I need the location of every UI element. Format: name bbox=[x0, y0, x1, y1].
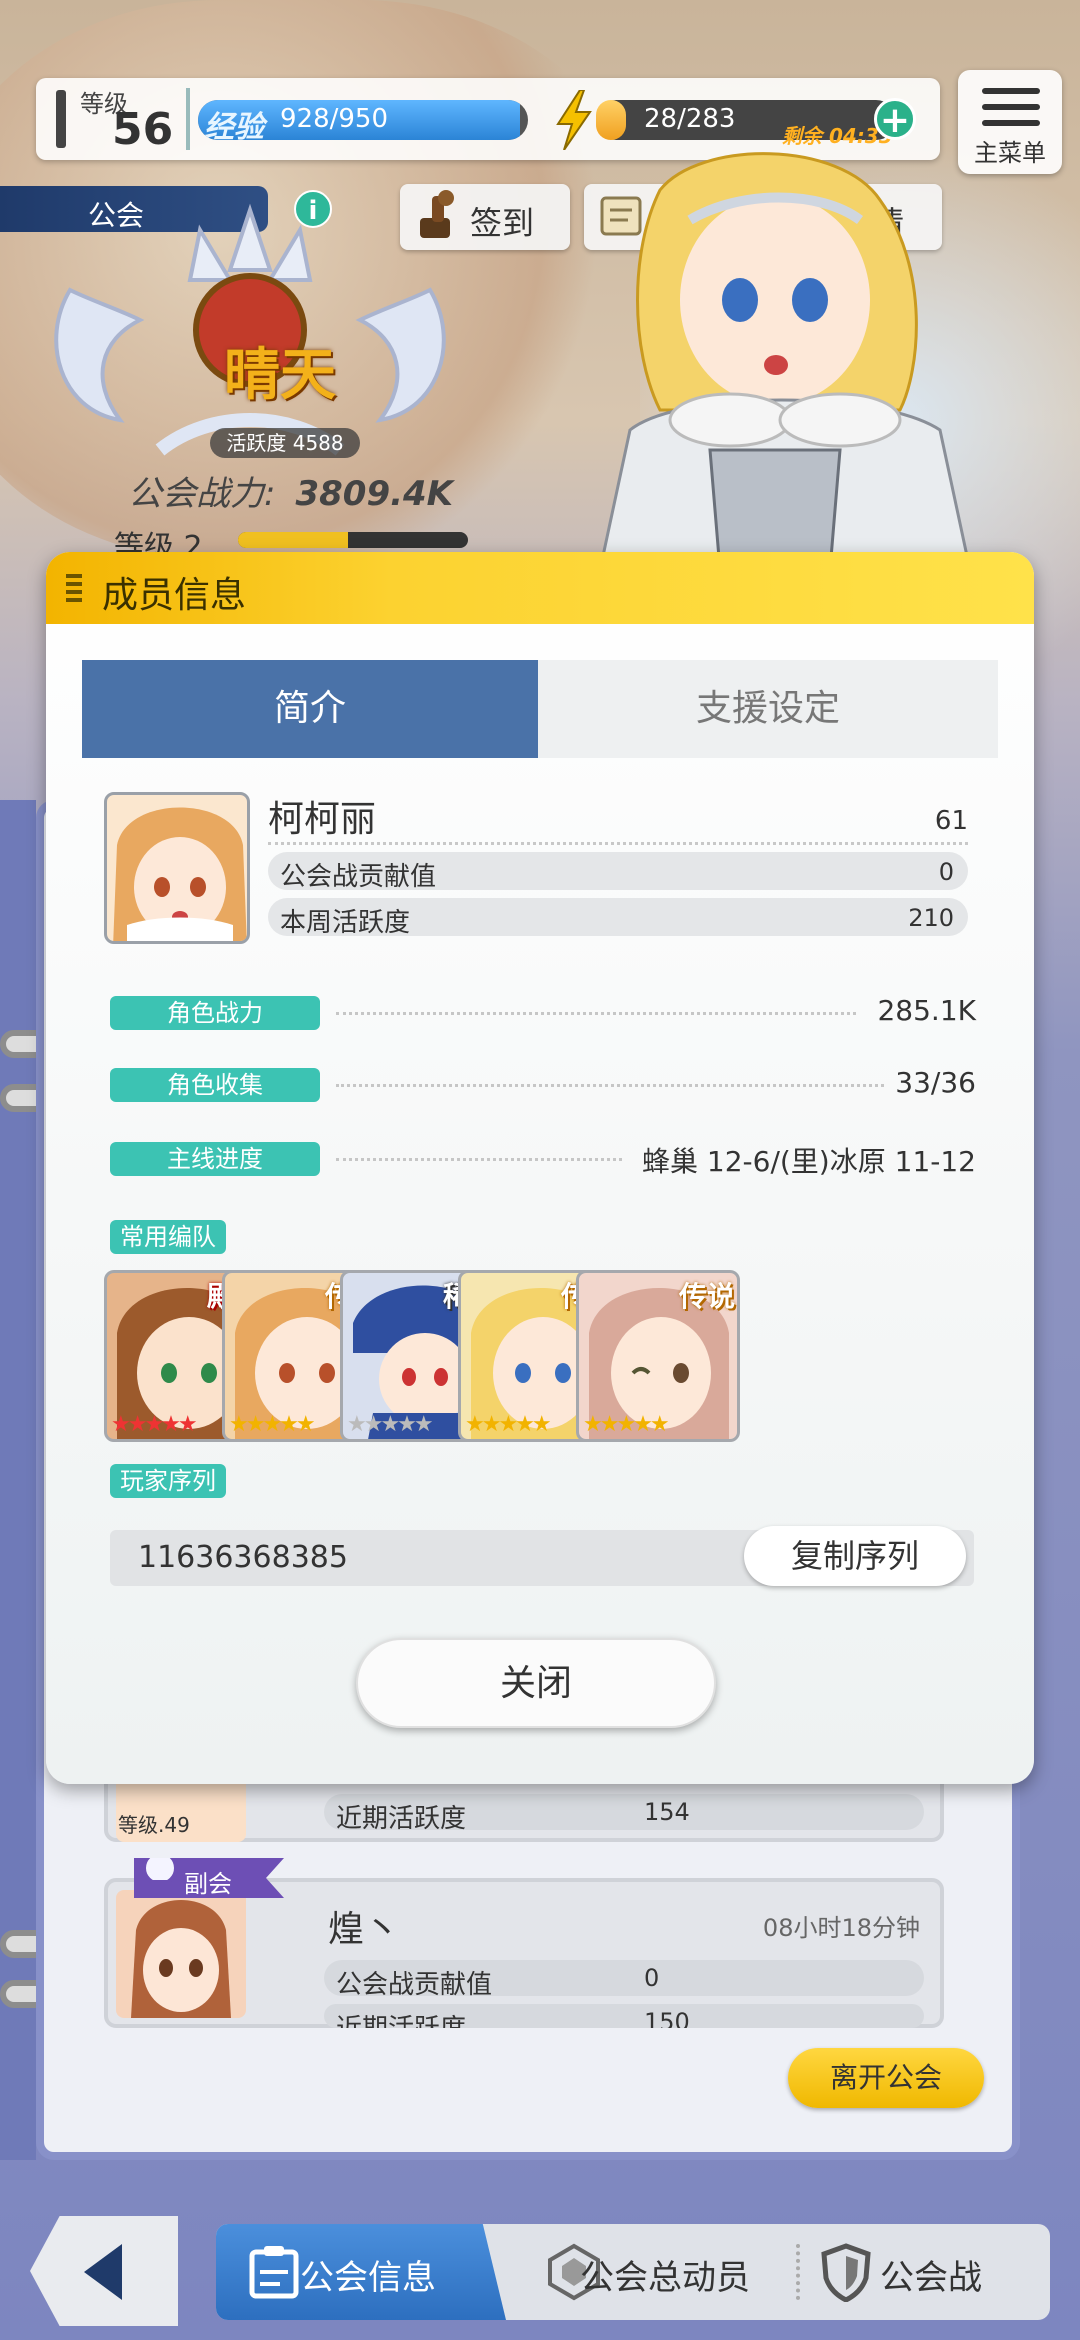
tab-support-settings[interactable]: 支援设定 bbox=[538, 660, 998, 758]
info-row-story-progress: 主线进度 蜂巢 12-6/(里)冰原 11-12 bbox=[110, 1142, 976, 1178]
info-value: 33/36 bbox=[895, 1066, 976, 1099]
stat-label: 本周活跃度 bbox=[280, 908, 411, 938]
info-value: 285.1K bbox=[877, 994, 976, 1027]
copy-serial-button[interactable]: 复制序列 bbox=[744, 1526, 966, 1586]
rarity-tag: 传说 bbox=[678, 1280, 735, 1313]
modal-title: 成员信息 bbox=[102, 575, 247, 616]
member-avatar bbox=[104, 792, 250, 944]
stat-weekly-activity: 本周活跃度 210 bbox=[268, 898, 968, 938]
close-button[interactable]: 关闭 bbox=[356, 1638, 716, 1728]
info-label: 角色收集 bbox=[110, 1068, 320, 1102]
team-section-label: 常用编队 bbox=[110, 1220, 226, 1254]
member-level: 61 bbox=[934, 806, 968, 836]
stat-value: 210 bbox=[908, 904, 954, 932]
stat-guild-war-contribution: 公会战贡献值 0 bbox=[268, 852, 968, 892]
star-rating-icon: ★★★★★ bbox=[229, 1412, 316, 1437]
info-row-power: 角色战力 285.1K bbox=[110, 994, 976, 1032]
tab-profile[interactable]: 简介 bbox=[82, 660, 538, 758]
stat-label: 公会战贡献值 bbox=[280, 862, 437, 892]
modal-header: 成员信息 bbox=[46, 552, 1034, 624]
team-slot[interactable]: 传说 ★★★★★ bbox=[576, 1270, 740, 1442]
star-rating-icon: ★★★★★ bbox=[465, 1412, 552, 1437]
info-label: 主线进度 bbox=[110, 1142, 320, 1176]
info-row-collection: 角色收集 33/36 bbox=[110, 1066, 976, 1104]
stat-value: 0 bbox=[938, 858, 954, 886]
modal-tab-bar: 简介 支援设定 bbox=[82, 660, 998, 758]
player-serial-value: 11636368385 bbox=[138, 1540, 348, 1575]
info-label: 角色战力 bbox=[110, 996, 320, 1030]
star-rating-icon: ★★★★★ bbox=[347, 1412, 434, 1437]
divider bbox=[268, 842, 968, 845]
member-info-modal: 成员信息 简介 支援设定 柯柯丽 61 公会战贡献值 0 本周活跃度 210 角… bbox=[46, 552, 1034, 1784]
star-rating-icon: ★★★★★ bbox=[111, 1412, 198, 1437]
member-name: 柯柯丽 bbox=[268, 799, 377, 840]
serial-section-label: 玩家序列 bbox=[110, 1464, 226, 1498]
grip-icon bbox=[66, 574, 82, 604]
star-rating-icon: ★★★★★ bbox=[583, 1412, 670, 1437]
info-value: 蜂巢 12-6/(里)冰原 11-12 bbox=[642, 1145, 976, 1178]
